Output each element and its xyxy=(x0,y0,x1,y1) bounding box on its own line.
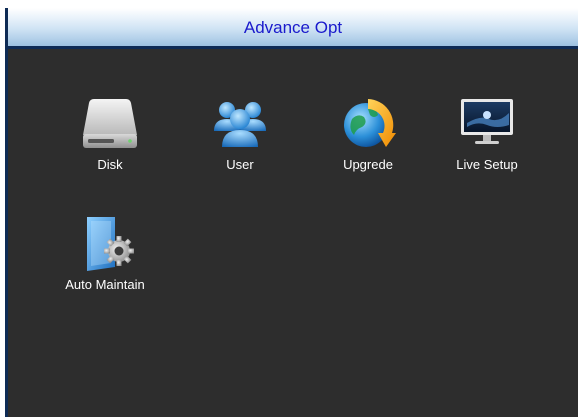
upgrade-globe-icon xyxy=(344,99,396,147)
window-title: Advance Opt xyxy=(243,18,343,37)
auto-maintain-icon xyxy=(87,217,134,271)
title-bar: Advance Opt xyxy=(8,8,578,49)
users-icon xyxy=(214,102,266,147)
menu-item-label: Auto Maintain xyxy=(65,277,145,292)
disk-icon xyxy=(83,99,137,148)
advance-opt-window: Advance Opt Disk User Upgrede Live Setup… xyxy=(5,8,578,417)
menu-item-live-setup[interactable]: Live Setup xyxy=(432,93,542,173)
monitor-icon xyxy=(461,99,513,144)
menu-item-label: Upgrede xyxy=(343,157,393,172)
menu-item-label: Live Setup xyxy=(456,157,518,172)
menu-item-user[interactable]: User xyxy=(185,93,295,173)
menu-item-disk[interactable]: Disk xyxy=(55,93,165,173)
menu-item-label: Disk xyxy=(97,157,123,172)
menu-item-upgrade[interactable]: Upgrede xyxy=(313,93,423,173)
menu-item-auto-maintain[interactable]: Auto Maintain xyxy=(50,213,160,293)
menu-item-label: User xyxy=(226,157,254,172)
